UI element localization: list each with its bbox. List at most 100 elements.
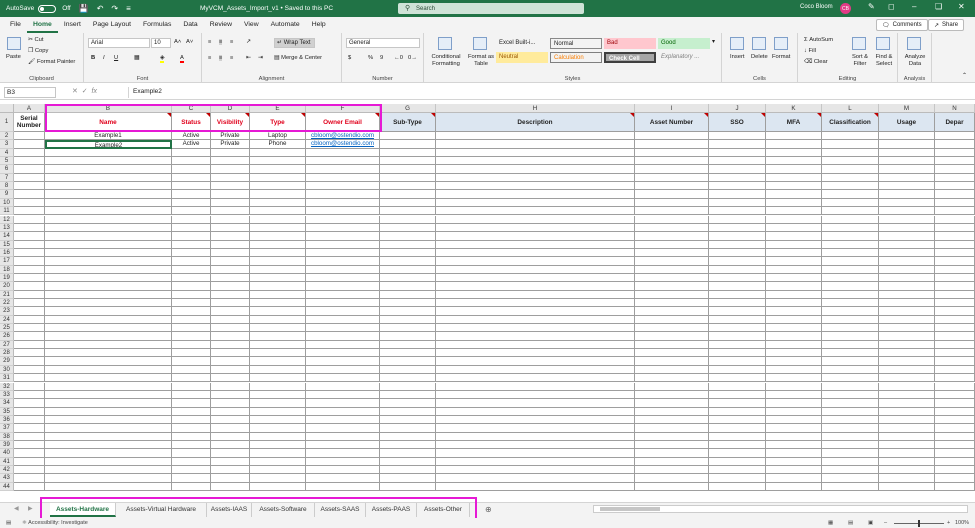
cell[interactable] — [250, 382, 306, 391]
cell[interactable] — [306, 282, 380, 291]
cell[interactable] — [306, 265, 380, 274]
cell[interactable] — [879, 223, 935, 233]
cell[interactable] — [45, 324, 172, 333]
cell[interactable] — [822, 265, 879, 274]
cell[interactable] — [14, 232, 45, 241]
format-as-table-icon[interactable] — [473, 37, 487, 50]
style-calculation[interactable]: Calculation — [550, 52, 602, 63]
add-sheet-icon[interactable]: ⊕ — [485, 505, 492, 514]
cell[interactable] — [935, 349, 975, 358]
cell[interactable] — [306, 415, 380, 425]
number-format-select[interactable]: General — [346, 38, 420, 48]
cell[interactable] — [14, 273, 45, 283]
cell[interactable] — [14, 365, 45, 375]
header-cell[interactable]: Visibility — [211, 113, 250, 132]
cell[interactable] — [306, 382, 380, 391]
cell[interactable] — [822, 148, 879, 158]
cell[interactable] — [211, 349, 250, 358]
cell[interactable] — [172, 382, 211, 391]
cell[interactable] — [45, 148, 172, 158]
cell[interactable] — [879, 148, 935, 158]
row-header[interactable]: 1 — [0, 113, 14, 132]
cell[interactable] — [709, 190, 766, 199]
paste-button[interactable]: Paste — [6, 54, 21, 60]
cell[interactable] — [380, 232, 436, 241]
cell[interactable] — [306, 474, 380, 483]
cell[interactable] — [211, 307, 250, 316]
cell[interactable] — [14, 290, 45, 299]
cell[interactable] — [45, 248, 172, 258]
styles-scroll-icon[interactable]: ▾ — [712, 39, 715, 45]
cell[interactable] — [635, 324, 709, 333]
cell[interactable] — [250, 248, 306, 258]
share-button[interactable]: ↗ Share — [928, 19, 965, 31]
cell[interactable] — [879, 198, 935, 208]
cell[interactable] — [250, 390, 306, 400]
accessibility-status[interactable]: ⚛ Accessibility: Investigate — [22, 518, 88, 528]
cell[interactable] — [306, 466, 380, 475]
cell[interactable] — [766, 157, 822, 166]
cell[interactable] — [45, 232, 172, 241]
cell[interactable] — [45, 440, 172, 450]
analyze-data-icon[interactable] — [907, 37, 921, 50]
cell[interactable] — [935, 157, 975, 166]
cell[interactable] — [380, 248, 436, 258]
cell[interactable] — [250, 198, 306, 208]
cut-button[interactable]: ✂ Cut — [28, 37, 44, 43]
cell[interactable] — [380, 148, 436, 158]
cell[interactable] — [14, 190, 45, 199]
cell[interactable] — [45, 198, 172, 208]
cell[interactable] — [879, 240, 935, 249]
cell[interactable]: Laptop — [250, 132, 306, 141]
row-header[interactable]: 41 — [0, 457, 14, 466]
cell[interactable] — [45, 457, 172, 466]
cell[interactable] — [14, 240, 45, 249]
column-header-a[interactable]: A — [14, 104, 45, 113]
cell[interactable] — [250, 340, 306, 350]
cell[interactable] — [635, 382, 709, 391]
cell[interactable] — [766, 290, 822, 299]
decrease-indent-icon[interactable]: ⇤ — [246, 55, 251, 61]
cell[interactable] — [935, 132, 975, 141]
cell[interactable] — [172, 365, 211, 375]
cell[interactable] — [935, 290, 975, 299]
cell[interactable] — [709, 457, 766, 466]
shrink-font-icon[interactable]: A˅ — [186, 39, 193, 45]
cell[interactable] — [211, 240, 250, 249]
cell[interactable] — [635, 223, 709, 233]
cell[interactable] — [250, 223, 306, 233]
cell[interactable] — [709, 374, 766, 383]
cell[interactable] — [172, 357, 211, 366]
column-header-j[interactable]: J — [709, 104, 766, 113]
cell[interactable] — [935, 273, 975, 283]
cell[interactable] — [635, 165, 709, 174]
cell[interactable] — [380, 190, 436, 199]
collapse-ribbon-icon[interactable]: ⌃ — [962, 73, 967, 79]
cell[interactable] — [45, 173, 172, 183]
cell[interactable] — [14, 215, 45, 224]
cell[interactable] — [211, 449, 250, 458]
column-header-k[interactable]: K — [766, 104, 822, 113]
header-cell[interactable]: Status — [172, 113, 211, 132]
cell[interactable] — [211, 407, 250, 416]
cell[interactable] — [172, 424, 211, 433]
row-header[interactable]: 9 — [0, 190, 14, 199]
cell[interactable] — [306, 349, 380, 358]
cell[interactable] — [211, 390, 250, 400]
row-header[interactable]: 24 — [0, 315, 14, 325]
cell[interactable] — [436, 415, 635, 425]
cell[interactable] — [306, 290, 380, 299]
cell[interactable] — [436, 140, 635, 149]
cell[interactable] — [822, 223, 879, 233]
cell[interactable] — [635, 182, 709, 191]
cell[interactable] — [211, 299, 250, 308]
cell[interactable] — [822, 190, 879, 199]
cell[interactable] — [172, 440, 211, 450]
horizontal-scrollbar[interactable] — [593, 505, 968, 513]
cell[interactable] — [14, 324, 45, 333]
cell[interactable] — [709, 407, 766, 416]
cell[interactable]: Private — [211, 140, 250, 149]
cell[interactable] — [879, 449, 935, 458]
cell[interactable] — [879, 165, 935, 174]
header-cell[interactable]: Sub-Type — [380, 113, 436, 132]
